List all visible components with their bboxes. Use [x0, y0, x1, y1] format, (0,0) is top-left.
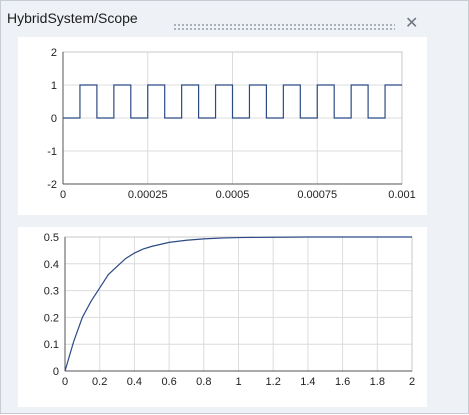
- x-tick-label: 1.8: [370, 376, 385, 388]
- y-tick-label: 0.4: [44, 259, 59, 271]
- x-tick-label: 1: [235, 376, 241, 388]
- x-tick-label: 0: [62, 376, 68, 388]
- y-tick-label: 0.1: [44, 339, 59, 351]
- step-response-chart: 0 0.2 0.4 0.6 0.8 1 1.2 1.4 1.6 1.8 2 0.5 0.4 0.3 0.2 0…: [1, 1, 469, 415]
- x-tick-label: 0.2: [92, 376, 107, 388]
- x-tick-label: 0.4: [127, 376, 142, 388]
- x-tick-label: 1.4: [300, 376, 315, 388]
- x-tick-label: 1.2: [266, 376, 281, 388]
- y-tick-label: 0.5: [44, 232, 59, 244]
- x-tick-label: 1.6: [335, 376, 350, 388]
- scope-window: HybridSystem/Scope ✕ 00.000250.00050.000…: [0, 0, 469, 414]
- x-tick-label: 0.8: [196, 376, 211, 388]
- x-tick-label: 0.6: [161, 376, 176, 388]
- x-tick-label: 2: [409, 376, 415, 388]
- y-tick-label: 0.3: [44, 286, 59, 298]
- y-tick-label: 0.2: [44, 312, 59, 324]
- y-tick-label: 0: [53, 366, 59, 378]
